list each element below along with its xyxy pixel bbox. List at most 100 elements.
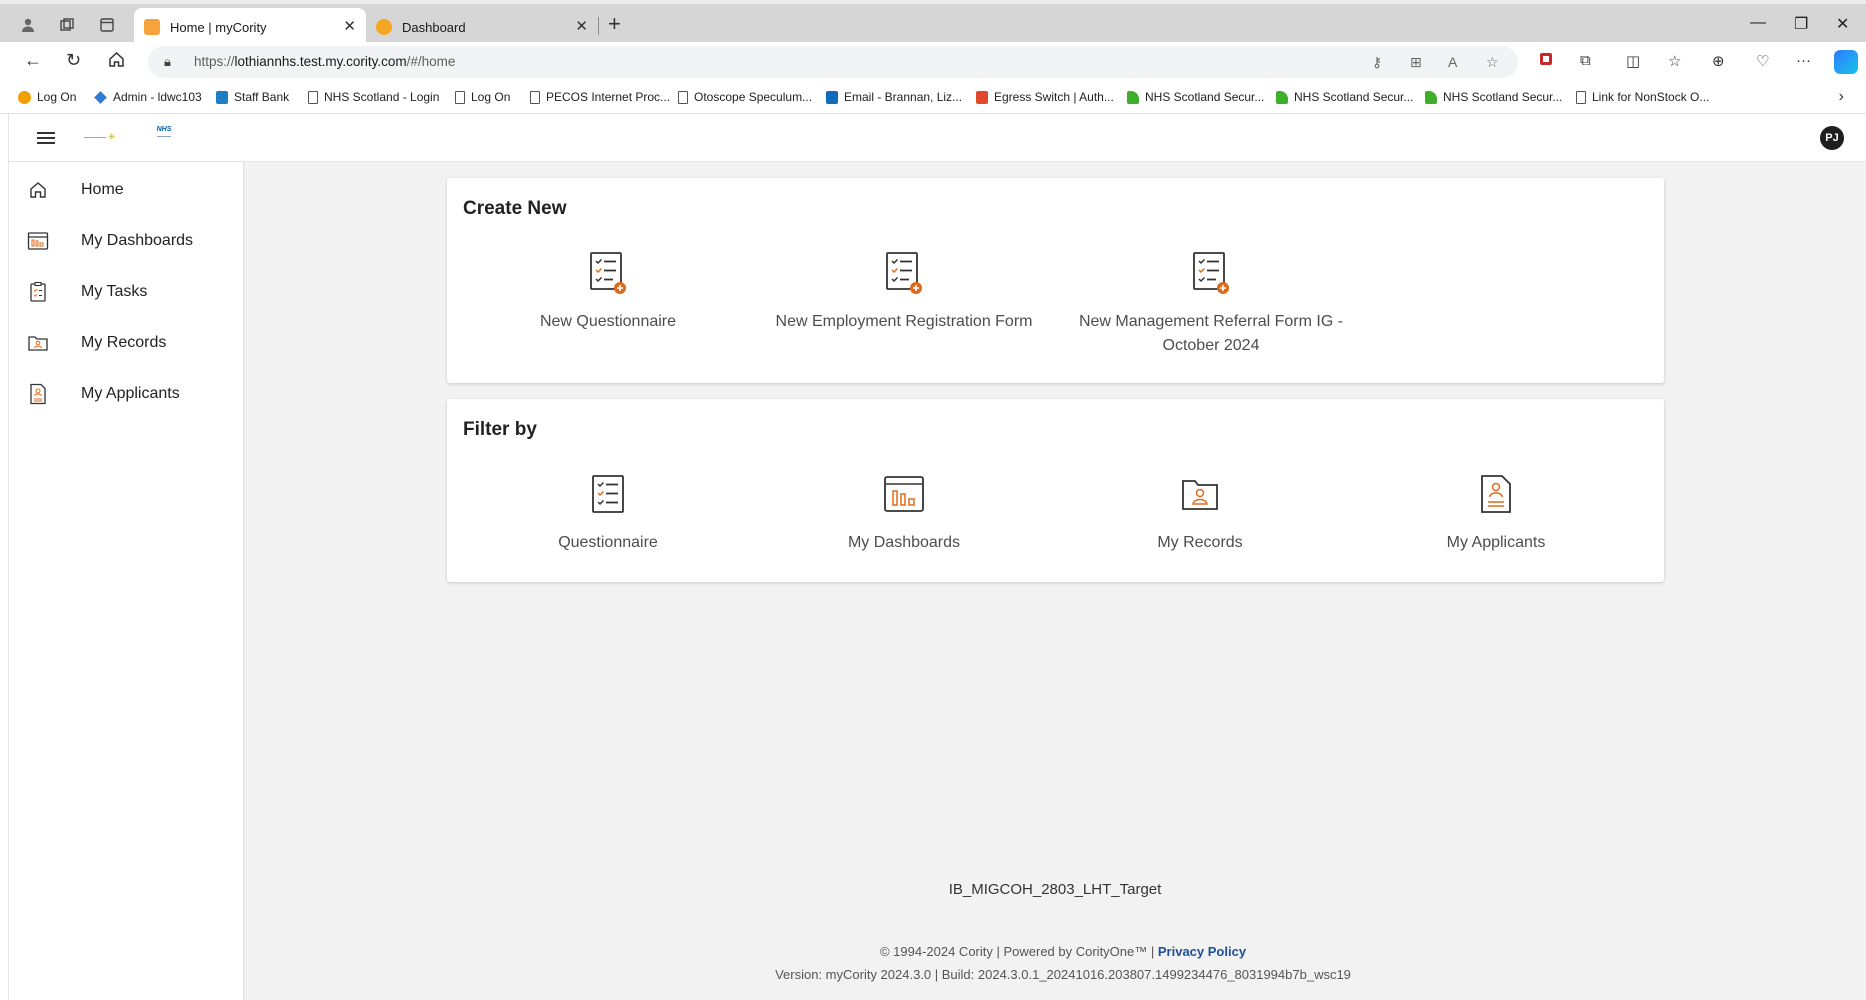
footer-version: Version: myCority 2024.3.0 | Build: 2024… (775, 967, 1351, 982)
sidebar-item-label: My Records (81, 334, 167, 351)
tile-label: New Employment Registration Form (775, 313, 1033, 330)
page-icon (530, 90, 540, 104)
new-tab-icon[interactable]: + (608, 13, 621, 35)
sidebar-item-label: Home (81, 181, 124, 198)
minimize-icon[interactable]: — (1750, 14, 1766, 32)
bookmark-nhs-secure-2[interactable]: NHS Scotland Secur... (1276, 90, 1413, 104)
bookmark-nonstock[interactable]: Link for NonStock O... (1576, 90, 1709, 104)
sidebar-item-my-records[interactable]: My Records (9, 321, 244, 365)
sidebar-item-label: My Applicants (81, 385, 180, 402)
key-icon[interactable]: ⚷ (1372, 54, 1382, 71)
tile-label: My Dashboards (847, 534, 961, 551)
sidebar-item-home[interactable]: Home (9, 168, 244, 212)
tile-label: My Records (1157, 534, 1243, 551)
tab-title: Dashboard (402, 19, 466, 35)
bookmark-staff-bank[interactable]: Staff Bank (216, 90, 289, 104)
back-icon[interactable]: ← (24, 50, 42, 71)
tab-actions-icon[interactable] (94, 12, 120, 38)
restore-icon[interactable]: ❐ (1794, 14, 1808, 34)
workspaces-icon[interactable] (54, 12, 80, 38)
bookmark-egress[interactable]: Egress Switch | Auth... (976, 90, 1114, 104)
nhs-icon (1127, 90, 1139, 104)
extensions-icon[interactable]: ⧉ (1580, 52, 1591, 69)
favorite-star-icon[interactable]: ☆ (1486, 54, 1499, 71)
copilot-icon[interactable] (1834, 50, 1858, 74)
close-tab-icon[interactable]: ✕ (575, 17, 588, 35)
browser-tab-bar: Home | myCority ✕ Dashboard ✕ + — ❐ ✕ (0, 0, 1866, 46)
create-new-card: Create New New Questionnaire New Employm… (447, 178, 1664, 383)
hamburger-menu-icon[interactable] (37, 132, 55, 144)
nhs-icon (1276, 90, 1288, 104)
profile-icon[interactable] (15, 12, 41, 38)
filter-my-dashboards-tile[interactable]: My Dashboards (759, 471, 1049, 555)
sharepoint-icon (216, 90, 228, 104)
close-window-icon[interactable]: ✕ (1836, 14, 1849, 34)
tab-dashboard[interactable]: Dashboard ✕ (366, 8, 598, 46)
page-icon (1576, 90, 1586, 104)
bookmark-email[interactable]: Email - Brannan, Liz... (826, 90, 962, 104)
sidebar-item-my-applicants[interactable]: My Applicants (9, 372, 244, 416)
cority-icon (144, 19, 160, 35)
tile-label: New Questionnaire (539, 313, 677, 330)
url-field[interactable]: 🔒︎ https://lothiannhs.test.my.cority.com… (148, 46, 1518, 78)
new-questionnaire-tile[interactable]: New Questionnaire (463, 250, 753, 334)
filter-questionnaire-tile[interactable]: Questionnaire (463, 471, 753, 555)
browser-essentials-icon[interactable]: ♡ (1756, 52, 1769, 70)
extension-red-icon[interactable] (1538, 51, 1554, 71)
bookmarks-bar: Log On Admin - ldwc103 Staff Bank NHS Sc… (0, 82, 1866, 114)
page-icon (455, 90, 465, 104)
bookmark-nhs-secure-3[interactable]: NHS Scotland Secur... (1425, 90, 1562, 104)
lock-icon[interactable]: 🔒︎ (164, 54, 171, 70)
dashboard-icon (883, 471, 925, 517)
tile-label: Questionnaire (558, 534, 658, 551)
sidebar-item-my-tasks[interactable]: My Tasks (9, 270, 244, 314)
sidebar-item-label: My Tasks (81, 283, 148, 300)
avatar[interactable]: PJ (1820, 126, 1844, 150)
tile-label-line2: October 2024 (1162, 337, 1260, 354)
records-icon (1179, 471, 1221, 517)
environment-target-label: IB_MIGCOH_2803_LHT_Target (948, 881, 1162, 898)
egress-icon (976, 90, 988, 104)
split-screen-icon[interactable]: ◫ (1626, 52, 1640, 70)
app-root: ✳ NHS PJ Home My Dashboards My Tasks My … (8, 114, 1866, 1000)
records-icon (27, 332, 49, 354)
new-management-referral-form-tile[interactable]: New Management Referral Form IG - Octobe… (1036, 250, 1386, 358)
close-tab-icon[interactable]: ✕ (343, 17, 356, 35)
favorites-icon[interactable]: ☆ (1668, 52, 1681, 70)
sidebar: Home My Dashboards My Tasks My Records M… (9, 162, 244, 1000)
tile-label: My Applicants (1446, 534, 1546, 551)
new-employment-registration-form-tile[interactable]: New Employment Registration Form (759, 250, 1049, 334)
questionnaire-add-icon (587, 250, 629, 296)
tab-home-mycority[interactable]: Home | myCority ✕ (134, 8, 366, 46)
home-icon (27, 179, 49, 201)
orange-circle-icon (18, 90, 31, 104)
bookmark-nhs-login[interactable]: NHS Scotland - Login (308, 90, 439, 104)
bookmark-admin[interactable]: Admin - ldwc103 (94, 90, 202, 104)
chevron-right-icon[interactable]: › (1839, 88, 1844, 106)
bookmark-log-on-2[interactable]: Log On (455, 90, 510, 104)
more-menu-icon[interactable]: ··· (1796, 52, 1811, 69)
read-aloud-icon[interactable]: A (1448, 54, 1457, 70)
nhs-icon (1425, 90, 1437, 104)
diamond-icon (94, 90, 107, 104)
url-text: https://lothiannhs.test.my.cority.com/#/… (194, 54, 456, 69)
filter-my-applicants-tile[interactable]: My Applicants (1351, 471, 1641, 555)
filter-my-records-tile[interactable]: My Records (1055, 471, 1345, 555)
bookmark-pecos[interactable]: PECOS Internet Proc... (530, 90, 670, 104)
bookmark-log-on[interactable]: Log On (18, 90, 76, 104)
page-icon (678, 90, 688, 104)
home-browser-icon[interactable] (108, 51, 125, 73)
privacy-policy-link[interactable]: Privacy Policy (1158, 944, 1246, 959)
collections-icon[interactable]: ⊕ (1712, 52, 1725, 70)
app-available-icon[interactable]: ⊞ (1410, 54, 1422, 71)
applicant-icon (27, 383, 49, 405)
bookmark-nhs-secure-1[interactable]: NHS Scotland Secur... (1127, 90, 1264, 104)
sidebar-item-my-dashboards[interactable]: My Dashboards (9, 219, 244, 263)
copyright-text: © 1994-2024 Cority | Powered by CorityOn… (879, 944, 1155, 959)
bookmark-otoscope[interactable]: Otoscope Speculum... (678, 90, 812, 104)
tab-title: Home | myCority (170, 19, 267, 35)
filter-by-card: Filter by Questionnaire My Dashboards My… (447, 399, 1664, 582)
refresh-icon[interactable]: ↻ (66, 50, 81, 71)
footer-copyright: © 1994-2024 Cority | Powered by CorityOn… (880, 944, 1246, 959)
card-title: Create New (463, 198, 567, 219)
